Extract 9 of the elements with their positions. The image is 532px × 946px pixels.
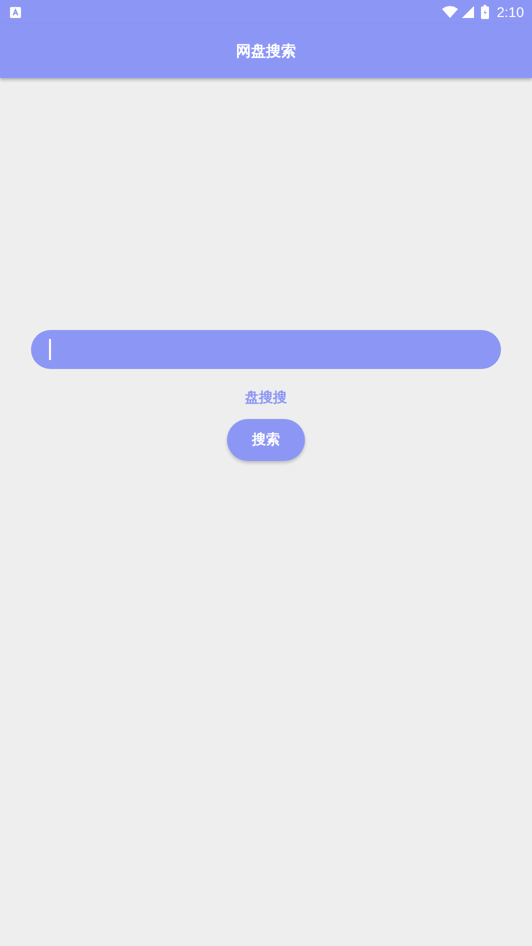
notification-icon <box>10 6 21 18</box>
search-button[interactable]: 搜索 <box>227 419 305 461</box>
signal-icon <box>462 6 474 18</box>
battery-icon <box>480 5 489 19</box>
wifi-icon <box>442 6 458 18</box>
search-field[interactable] <box>31 330 501 369</box>
status-time: 2:10 <box>496 4 524 20</box>
engine-link[interactable]: 盘搜搜 <box>245 389 287 407</box>
app-title: 网盘搜索 <box>236 42 296 60</box>
